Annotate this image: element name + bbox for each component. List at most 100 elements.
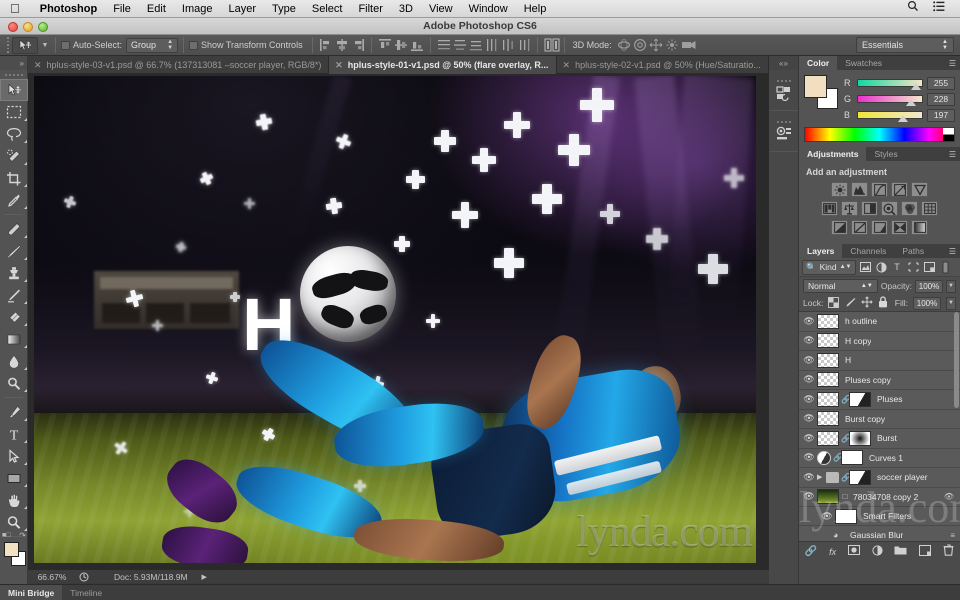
align-right-edges-icon[interactable] xyxy=(351,38,365,53)
document-tab-1[interactable]: ✕ hplus-style-01-v1.psd @ 50% (flare ove… xyxy=(329,56,557,74)
align-vertical-centers-icon[interactable] xyxy=(394,38,408,53)
orbit-3d-icon[interactable] xyxy=(617,38,631,53)
layer-name[interactable]: soccer player xyxy=(877,472,928,482)
tab-layers[interactable]: Layers xyxy=(799,244,843,258)
blue-slider-knob[interactable] xyxy=(898,115,909,122)
menu-item-edit[interactable]: Edit xyxy=(139,0,174,18)
smart-filters-row[interactable]: 👁 Smart Filters xyxy=(799,507,960,526)
lock-transparency-icon[interactable] xyxy=(828,296,840,310)
document-tab-0[interactable]: ✕ hplus-style-03-v1.psd @ 66.7% (1373130… xyxy=(28,56,330,74)
distribute-bottom-edges-icon[interactable] xyxy=(469,38,483,53)
pan-3d-icon[interactable] xyxy=(649,38,663,53)
green-value[interactable]: 228 xyxy=(927,92,955,106)
blur-tool[interactable] xyxy=(0,350,28,372)
delete-layer-icon[interactable] xyxy=(943,544,954,559)
foreground-color-swatch[interactable] xyxy=(804,75,827,98)
new-adjustment-layer-icon[interactable] xyxy=(872,544,883,559)
move-tool-icon[interactable] xyxy=(12,36,38,54)
minimize-button[interactable] xyxy=(23,22,33,32)
visibility-toggle-icon[interactable]: 👁 xyxy=(801,335,817,346)
layer-name[interactable]: Curves 1 xyxy=(869,453,903,463)
menu-item-filter[interactable]: Filter xyxy=(350,0,390,18)
tab-timeline[interactable]: Timeline xyxy=(62,585,110,600)
posterize-icon[interactable] xyxy=(851,220,868,235)
opacity-value[interactable]: 100% xyxy=(915,279,943,293)
layer-filter-kind-dropdown[interactable]: 🔍 Kind ▲▼ xyxy=(802,259,856,275)
layer-thumbnail[interactable] xyxy=(817,313,839,329)
brush-tool[interactable] xyxy=(0,240,28,262)
link-mask-icon[interactable]: 🔗 xyxy=(841,434,851,443)
red-slider[interactable] xyxy=(857,79,923,90)
show-transform-controls-checkbox[interactable] xyxy=(189,40,199,50)
document-tab-2[interactable]: ✕ hplus-style-02-v1.psd @ 50% (Hue/Satur… xyxy=(557,56,769,74)
layer-row-h[interactable]: 👁 H xyxy=(799,351,960,371)
layer-name[interactable]: H copy xyxy=(845,336,871,346)
auto-select-checkbox[interactable] xyxy=(61,40,70,50)
close-icon[interactable]: ✕ xyxy=(563,60,571,71)
layer-thumbnail[interactable] xyxy=(817,430,839,446)
opacity-stepper-icon[interactable]: ▼ xyxy=(946,279,956,293)
layer-mask-thumbnail[interactable] xyxy=(849,469,871,485)
distribute-vertical-centers-icon[interactable] xyxy=(453,38,467,53)
curves-icon[interactable] xyxy=(871,182,888,197)
horizontal-type-tool[interactable]: T xyxy=(0,423,28,445)
new-group-icon[interactable] xyxy=(894,545,907,558)
default-colors-icon[interactable]: ■□ xyxy=(2,532,10,539)
crop-tool[interactable] xyxy=(0,167,28,189)
foreground-color-swatch[interactable] xyxy=(4,542,19,557)
pen-tool[interactable] xyxy=(0,401,28,423)
workspace-selector[interactable]: Essentials ▲ ▼ xyxy=(856,37,954,53)
smart-filters-label[interactable]: Smart Filters xyxy=(863,511,911,521)
link-mask-icon[interactable]: 🔗 xyxy=(841,395,851,404)
layer-row-h-outline[interactable]: 👁 h outline xyxy=(799,312,960,332)
tab-color[interactable]: Color xyxy=(799,56,838,70)
close-button[interactable] xyxy=(8,22,18,32)
group-disclosure-icon[interactable]: ▶ xyxy=(817,473,826,481)
options-bar-grip[interactable] xyxy=(4,37,12,53)
blue-slider[interactable] xyxy=(857,111,923,122)
layer-style-icon[interactable]: fx xyxy=(829,547,836,557)
tool-preset-chevron-icon[interactable]: ▼ xyxy=(40,42,50,49)
visibility-toggle-icon[interactable]: 👁 xyxy=(819,511,835,522)
tab-paths[interactable]: Paths xyxy=(894,244,932,258)
layer-thumbnail[interactable] xyxy=(817,352,839,368)
zoom-tool[interactable] xyxy=(0,511,28,533)
layer-thumbnail[interactable] xyxy=(817,411,839,427)
blue-value[interactable]: 197 xyxy=(927,108,955,122)
color-spectrum-bar[interactable] xyxy=(804,127,955,142)
layer-name[interactable]: Pluses copy xyxy=(845,375,891,385)
rectangle-tool[interactable] xyxy=(0,467,28,489)
close-icon[interactable]: ✕ xyxy=(335,60,343,71)
tab-adjustments[interactable]: Adjustments xyxy=(799,147,867,161)
dock-expand-button[interactable]: «» xyxy=(769,56,798,70)
distribute-left-edges-icon[interactable] xyxy=(485,38,499,53)
layers-scrollbar[interactable] xyxy=(954,312,959,408)
hue-saturation-icon[interactable] xyxy=(821,201,838,216)
roll-3d-icon[interactable] xyxy=(633,38,647,53)
layer-name[interactable]: Burst xyxy=(877,433,897,443)
layer-thumbnail[interactable] xyxy=(817,372,839,388)
gradient-map-icon[interactable] xyxy=(911,220,928,235)
rectangular-marquee-tool[interactable] xyxy=(0,101,28,123)
menu-item-photoshop[interactable]: Photoshop xyxy=(32,0,105,18)
lock-position-icon[interactable] xyxy=(861,296,873,310)
menu-item-3d[interactable]: 3D xyxy=(391,0,421,18)
visibility-toggle-icon[interactable]: 👁 xyxy=(801,316,817,327)
layer-mask-icon[interactable] xyxy=(847,545,860,558)
color-balance-icon[interactable] xyxy=(841,201,858,216)
exposure-icon[interactable] xyxy=(891,182,908,197)
align-bottom-edges-icon[interactable] xyxy=(410,38,424,53)
black-white-icon[interactable] xyxy=(861,201,878,216)
color-lookup-icon[interactable] xyxy=(921,201,938,216)
tab-swatches[interactable]: Swatches xyxy=(837,56,890,70)
tools-collapse-button[interactable]: » xyxy=(0,56,27,70)
layer-name[interactable]: Burst copy xyxy=(845,414,885,424)
menu-item-type[interactable]: Type xyxy=(264,0,304,18)
visibility-toggle-icon[interactable]: 👁 xyxy=(801,394,817,405)
clone-stamp-tool[interactable] xyxy=(0,262,28,284)
visibility-toggle-icon[interactable]: 👁 xyxy=(801,472,817,483)
filter-shape-icon[interactable] xyxy=(907,260,920,274)
search-icon[interactable] xyxy=(900,0,926,18)
layers-list[interactable]: 👁 h outline 👁 H copy 👁 H 👁 Pluses copy 👁… xyxy=(799,312,960,541)
distribute-horizontal-centers-icon[interactable] xyxy=(501,38,515,53)
